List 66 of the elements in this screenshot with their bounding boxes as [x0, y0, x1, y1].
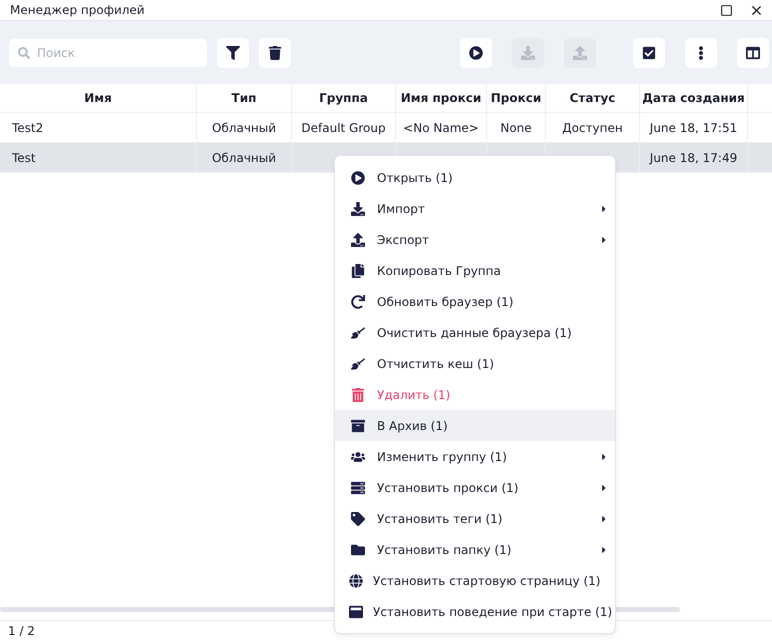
- tag-icon: [351, 512, 365, 526]
- table-row[interactable]: Test2 Облачный Default Group <No Name> None Доступен June 18, 17:51: [0, 113, 772, 143]
- select-all-button[interactable]: [633, 38, 665, 68]
- table-cell: Default Group: [292, 113, 396, 142]
- table-cell: June 18, 17:51: [640, 113, 748, 142]
- play-icon: [469, 46, 483, 60]
- column-header[interactable]: Группа: [292, 84, 396, 112]
- menu-item[interactable]: Копировать Группа: [335, 255, 615, 286]
- column-header[interactable]: Прокси: [487, 84, 546, 112]
- server-icon: [351, 480, 365, 494]
- users-icon: [351, 450, 365, 464]
- table-cell: Облачный: [197, 143, 292, 172]
- delete-button[interactable]: [259, 38, 291, 68]
- download-icon: [521, 46, 535, 60]
- filter-icon: [226, 46, 240, 60]
- column-header[interactable]: Имя прокси: [396, 84, 487, 112]
- folder-icon: [351, 542, 365, 556]
- column-header[interactable]: Имя: [0, 84, 197, 112]
- upload-icon: [351, 232, 365, 246]
- copy-icon: [351, 264, 365, 278]
- download-icon: [351, 202, 365, 216]
- menu-item[interactable]: Установить теги (1): [335, 503, 615, 534]
- window-title: Менеджер профилей: [10, 3, 146, 17]
- menu-item[interactable]: Удалить (1): [335, 379, 615, 410]
- broom-icon: [351, 326, 365, 340]
- refresh-icon: [351, 294, 365, 308]
- menu-item[interactable]: Открыть (1): [335, 162, 615, 193]
- more-button[interactable]: [685, 38, 717, 68]
- maximize-button[interactable]: [720, 4, 733, 16]
- menu-item[interactable]: Установить прокси (1): [335, 472, 615, 503]
- checkbox-icon: [642, 46, 656, 60]
- table-cell: June 18, 17:49: [640, 143, 748, 172]
- start-button[interactable]: [460, 38, 492, 68]
- menu-item[interactable]: В Архив (1): [335, 410, 615, 441]
- search-icon: [18, 46, 30, 58]
- menu-item[interactable]: Экспорт: [335, 224, 615, 255]
- archive-icon: [351, 418, 365, 432]
- table-cell: Доступен: [546, 113, 640, 142]
- page-counter: 1 / 2: [8, 624, 35, 638]
- menu-item[interactable]: Установить поведение при старте (1): [335, 596, 615, 627]
- trash-icon: [351, 388, 365, 402]
- menu-item[interactable]: Очистить данные браузера (1): [335, 317, 615, 348]
- play-icon: [351, 170, 365, 184]
- window-icon: [349, 604, 363, 618]
- menu-item[interactable]: Установить стартовую страницу (1): [335, 565, 615, 596]
- table-cell: None: [487, 113, 546, 142]
- table-cell: <No Name>: [396, 113, 487, 142]
- upload-icon: [573, 46, 587, 60]
- menu-item[interactable]: Установить папку (1): [335, 534, 615, 565]
- table-cell: Test: [0, 143, 197, 172]
- table-cell: Облачный: [197, 113, 292, 142]
- column-header[interactable]: Дата создания: [640, 84, 748, 112]
- trash-icon: [268, 46, 282, 60]
- menu-item[interactable]: Отчистить кеш (1): [335, 348, 615, 379]
- columns-icon: [746, 46, 760, 60]
- column-header[interactable]: Статус: [546, 84, 640, 112]
- menu-item[interactable]: Обновить браузер (1): [335, 286, 615, 317]
- column-header[interactable]: Тип: [197, 84, 292, 112]
- broom-icon: [351, 356, 365, 370]
- menu-item[interactable]: Импорт: [335, 193, 615, 224]
- filter-button[interactable]: [217, 38, 249, 68]
- columns-button[interactable]: [737, 38, 769, 68]
- search-field[interactable]: Поиск: [9, 38, 207, 66]
- globe-icon: [349, 574, 363, 588]
- table-cell: Test2: [0, 113, 197, 142]
- menu-item[interactable]: Изменить группу (1): [335, 441, 615, 472]
